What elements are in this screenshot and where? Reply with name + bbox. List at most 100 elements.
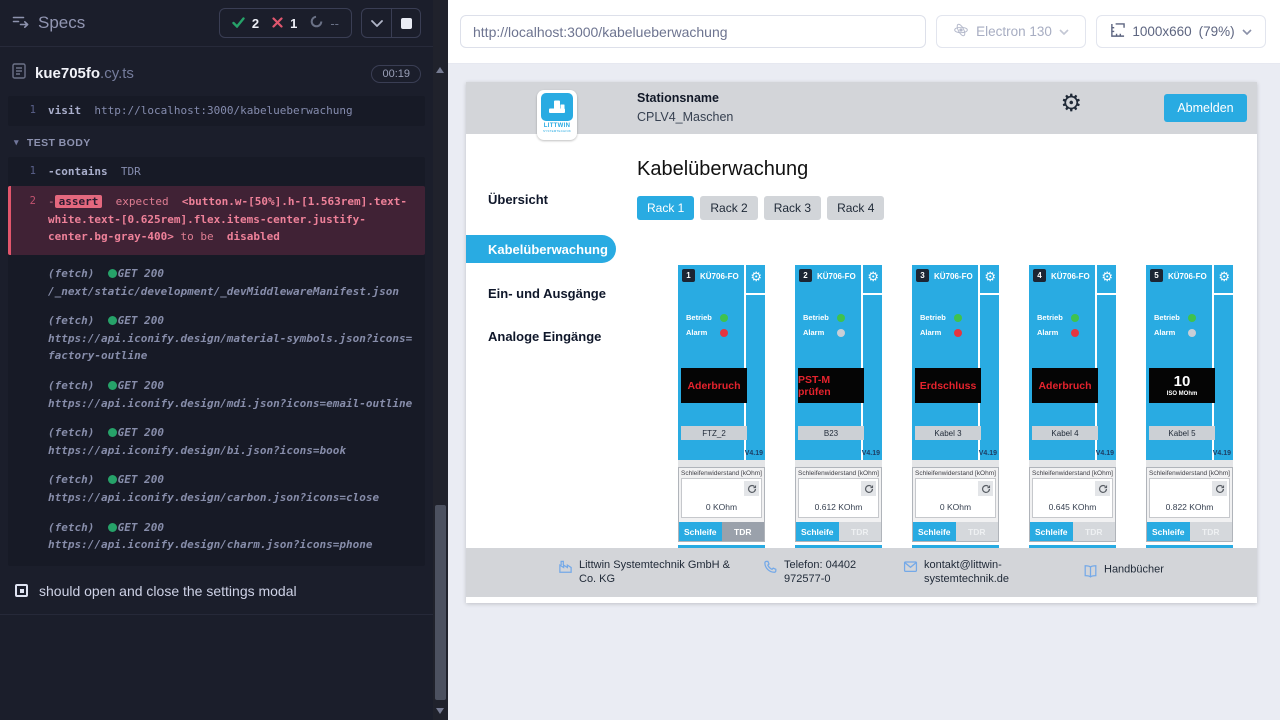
module-number-badge: 1 <box>682 269 695 282</box>
app-body: Übersicht Kabelüberwachung Ein- und Ausgän… <box>466 134 1257 548</box>
network-log-row[interactable]: (fetch) GET 200https://api.iconify.desig… <box>8 414 425 461</box>
resistance-panel: Schleifenwiderstand [kOhm]0.822 KOhmSchl… <box>1146 467 1233 542</box>
module-model: KÜ706-FO <box>817 272 856 281</box>
refresh-button[interactable] <box>861 481 876 496</box>
iso-unit: ISO MOhm <box>1167 391 1198 397</box>
module-gear-icon[interactable]: ⚙ <box>867 270 879 283</box>
module-display: Erdschluss <box>915 368 981 403</box>
tdr-button[interactable]: TDR <box>722 522 765 541</box>
cypress-reporter: Specs 2 1 -- kue705fo.cy.ts <box>0 0 433 720</box>
alarm-text: Aderbruch <box>1038 380 1091 392</box>
sidebar-item-1[interactable]: Übersicht <box>466 192 621 207</box>
schleife-button[interactable]: Schleife <box>796 522 839 541</box>
electron-icon <box>953 22 969 41</box>
module-display: 10ISO MOhm <box>1149 368 1215 403</box>
settings-gear-icon[interactable]: ⚙ <box>1060 92 1082 116</box>
chevron-down-icon <box>1059 29 1069 35</box>
scrollbar-thumb[interactable] <box>435 505 446 700</box>
reporter-scrollbar[interactable] <box>433 0 448 720</box>
betrieb-led <box>1188 314 1196 322</box>
module-front: 1KÜ706-FO⚙BetriebAlarmAderbruchFTZ_2V4.1… <box>678 265 765 460</box>
test-body-section[interactable]: ▾ TEST BODY <box>8 126 425 157</box>
device-card-5: 5KÜ706-FO⚙BetriebAlarm10ISO MOhmKabel 5V… <box>1146 265 1233 557</box>
littwin-logo-icon <box>541 93 573 121</box>
network-log-row[interactable]: (fetch) GET 200https://api.iconify.desig… <box>8 509 425 556</box>
tdr-button[interactable]: TDR <box>839 522 882 541</box>
failed-assert-row[interactable]: 2 -assert expected <button.w-[50%].h-[1.… <box>8 186 425 255</box>
app-footer: Littwin Systemtechnik GmbH & Co. KGTelef… <box>466 548 1257 597</box>
chevron-down-icon <box>1242 29 1252 35</box>
specs-menu-icon[interactable] <box>12 14 29 33</box>
tdr-button[interactable]: TDR <box>956 522 999 541</box>
network-log-row[interactable]: (fetch) GET 200https://api.iconify.desig… <box>8 367 425 414</box>
refresh-button[interactable] <box>1095 481 1110 496</box>
firmware-version: V4.19 <box>862 450 880 457</box>
alarm-led <box>837 329 845 337</box>
collapse-all-button[interactable] <box>362 9 391 37</box>
reporter-header: Specs 2 1 -- <box>0 0 433 47</box>
alarm-led <box>954 329 962 337</box>
schleife-button[interactable]: Schleife <box>1147 522 1190 541</box>
schleife-button[interactable]: Schleife <box>1030 522 1073 541</box>
book-icon <box>1083 563 1098 583</box>
footer-item-book[interactable]: Handbücher <box>1083 562 1214 583</box>
rack-tab-3[interactable]: Rack 3 <box>764 196 821 220</box>
tdr-button[interactable]: TDR <box>1190 522 1233 541</box>
email-icon <box>903 559 918 579</box>
network-log-row[interactable]: (fetch) GET 200https://api.iconify.desig… <box>8 461 425 508</box>
refresh-button[interactable] <box>1212 481 1227 496</box>
sidebar-item-4[interactable]: Analoge Eingänge <box>466 329 621 344</box>
betrieb-led <box>837 314 845 322</box>
footer-item-phone[interactable]: Telefon: 04402 972577-0 <box>763 558 896 588</box>
cross-icon <box>272 16 283 31</box>
betrieb-led <box>954 314 962 322</box>
network-log-row[interactable]: (fetch) GET 200/_next/static/development… <box>8 255 425 302</box>
footer-item-email[interactable]: kontakt@littwin-systemtechnik.de <box>903 558 1052 588</box>
module-gear-icon[interactable]: ⚙ <box>1101 270 1113 283</box>
module-front: 3KÜ706-FO⚙BetriebAlarmErdschlussKabel 3V… <box>912 265 999 460</box>
module-model: KÜ706-FO <box>934 272 973 281</box>
schleife-button[interactable]: Schleife <box>679 522 722 541</box>
viewport-select[interactable]: 1000x660 (79%) <box>1096 15 1266 48</box>
pending-test-row[interactable]: should open and close the settings modal <box>0 568 433 615</box>
rack-tab-2[interactable]: Rack 2 <box>700 196 757 220</box>
station-info: Stationsname CPLV4_Maschen <box>637 91 733 124</box>
refresh-button[interactable] <box>978 481 993 496</box>
resistance-readout: 0.612 KOhm <box>798 478 879 518</box>
command-contains[interactable]: 1 -contains TDR <box>8 157 425 187</box>
refresh-button[interactable] <box>744 481 759 496</box>
spec-file-row[interactable]: kue705fo.cy.ts 00:19 <box>0 47 433 94</box>
specs-label[interactable]: Specs <box>38 13 85 33</box>
factory-icon <box>558 559 573 579</box>
station-label: Stationsname <box>637 91 733 105</box>
rack-tab-4[interactable]: Rack 4 <box>827 196 884 220</box>
network-log-row[interactable]: (fetch) GET 200https://api.iconify.desig… <box>8 302 425 367</box>
resistance-label: Schleifenwiderstand [kOhm] <box>1147 468 1232 478</box>
rack-tab-1[interactable]: Rack 1 <box>637 196 694 220</box>
module-number-badge: 5 <box>1150 269 1163 282</box>
app-header: LITTWIN SYSTEMTECHNIK Stationsname CPLV4… <box>466 82 1257 134</box>
resistance-value: 0.645 KOhm <box>1033 502 1112 512</box>
schleife-button[interactable]: Schleife <box>913 522 956 541</box>
resistance-panel: Schleifenwiderstand [kOhm] 0.645 KOhm Schl… <box>1029 467 1116 542</box>
logout-button[interactable]: Abmelden <box>1164 94 1247 122</box>
sidebar-item-2[interactable]: Kabelüberwachung <box>466 235 616 263</box>
url-input[interactable] <box>460 15 926 48</box>
preview-topbar: Electron 130 1000x660 (79%) <box>448 0 1280 64</box>
module-display: Aderbruch <box>681 368 747 403</box>
resistance-label: Schleifenwiderstand [kOhm] <box>1030 468 1115 478</box>
scroll-down-arrow[interactable] <box>436 708 444 714</box>
module-gear-icon[interactable]: ⚙ <box>1218 270 1230 283</box>
browser-select[interactable]: Electron 130 <box>936 15 1086 48</box>
tdr-button[interactable]: TDR <box>1073 522 1116 541</box>
pending-box-icon <box>15 584 28 597</box>
stop-run-button[interactable] <box>391 9 420 37</box>
module-gear-icon[interactable]: ⚙ <box>750 270 762 283</box>
scroll-up-arrow[interactable] <box>436 67 444 73</box>
resistance-readout: 0.645 KOhm <box>1032 478 1113 518</box>
sidebar-item-3[interactable]: Ein- und Ausgänge <box>466 286 621 301</box>
command-visit[interactable]: 1 visit http://localhost:3000/kabelueber… <box>8 96 425 126</box>
pending-test-title: should open and close the settings modal <box>39 583 297 599</box>
device-cards-row: 1KÜ706-FO⚙BetriebAlarmAderbruchFTZ_2V4.1… <box>678 265 1257 557</box>
module-gear-icon[interactable]: ⚙ <box>984 270 996 283</box>
